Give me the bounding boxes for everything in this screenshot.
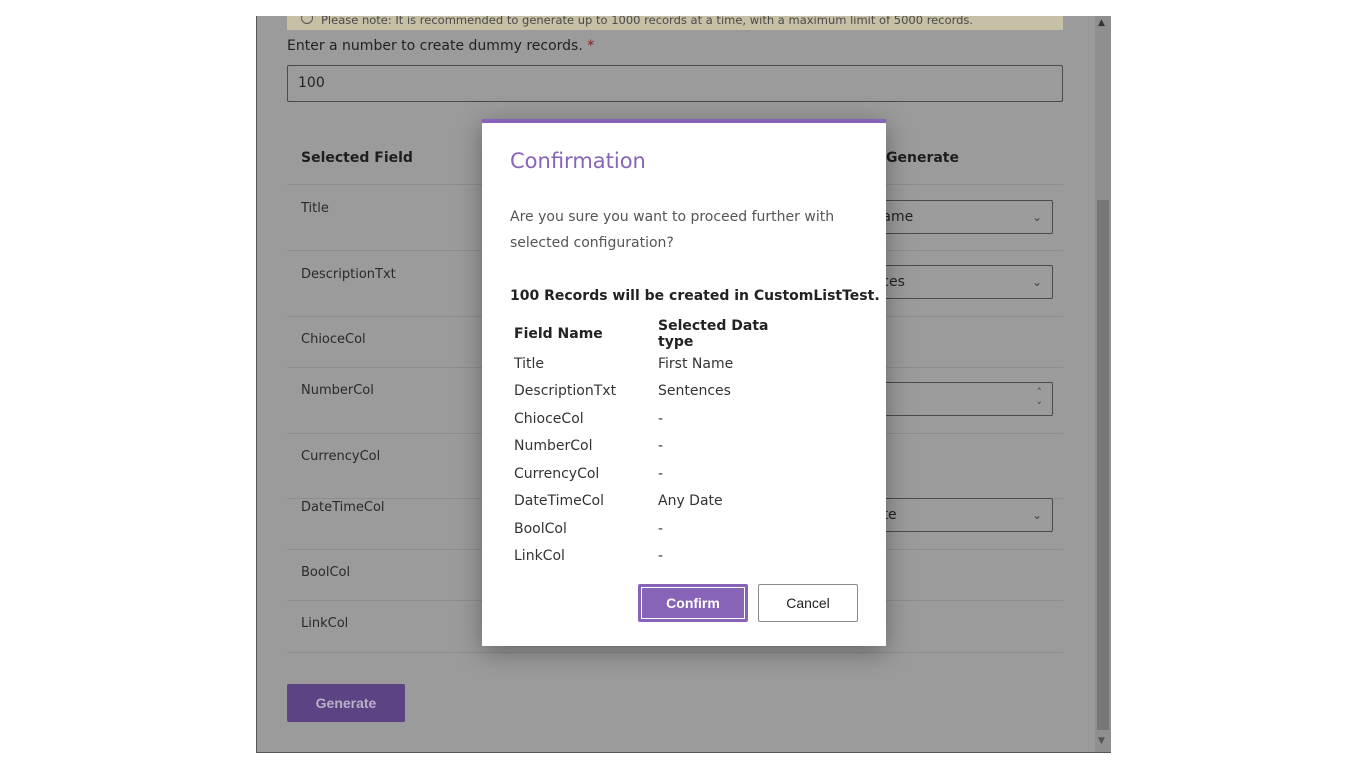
cell: DateTimeCol xyxy=(514,493,604,510)
divider xyxy=(287,652,1063,653)
table-row: DateTimeCol Any Date xyxy=(510,488,798,516)
cell: Any Date xyxy=(658,493,723,510)
field-label: NumberCol xyxy=(301,383,374,398)
chevron-down-icon: ⌄ xyxy=(1031,508,1042,522)
cell: Title xyxy=(514,355,545,372)
dialog-summary: 100 Records will be created in CustomLis… xyxy=(510,288,880,304)
table-row: NumberCol - xyxy=(510,433,798,461)
field-label: BoolCol xyxy=(301,565,351,580)
info-icon xyxy=(301,16,313,24)
col-data-type: Selected Data type xyxy=(658,318,769,350)
cell: - xyxy=(658,438,664,455)
table-row: DescriptionTxt Sentences xyxy=(510,378,798,406)
generate-button[interactable]: Generate xyxy=(287,684,405,722)
chevron-down-icon: ⌄ xyxy=(1031,210,1042,224)
dialog-title: Confirmation xyxy=(510,149,646,173)
summary-table: Field Name Selected Data type Title First … xyxy=(510,318,798,570)
scroll-down-icon[interactable]: ▼ xyxy=(1098,736,1105,746)
dialog-message: Are you sure you want to proceed further… xyxy=(510,209,835,251)
records-label: Enter a number to create dummy records. … xyxy=(287,38,594,54)
cell: Sentences xyxy=(658,383,731,400)
cell: ChioceCol xyxy=(514,410,584,427)
cell: CurrencyCol xyxy=(514,465,600,482)
cell: NumberCol xyxy=(514,438,593,455)
records-label-text: Enter a number to create dummy records. xyxy=(287,38,583,54)
field-label: DescriptionTxt xyxy=(301,267,396,282)
confirmation-dialog: Confirmation Are you sure you want to pr… xyxy=(482,119,886,646)
cell: - xyxy=(658,465,664,482)
datetime-datatype-dropdown[interactable]: Any Date⌄ xyxy=(832,498,1053,532)
number-spin-input[interactable]: ˄ ˅ xyxy=(861,382,1053,416)
scroll-up-icon[interactable]: ▲ xyxy=(1098,18,1105,28)
banner-text: Please note: It is recommended to genera… xyxy=(321,16,974,27)
cell: DescriptionTxt xyxy=(514,383,617,400)
cell: First Name xyxy=(658,355,734,372)
table-row: BoolCol - xyxy=(510,515,798,543)
cell: - xyxy=(658,548,664,565)
cell: - xyxy=(658,410,664,427)
col-field-name: Field Name xyxy=(514,326,603,342)
cell: - xyxy=(658,520,664,537)
field-label: LinkCol xyxy=(301,616,349,631)
required-mark: * xyxy=(587,38,595,54)
field-label: DateTimeCol xyxy=(301,500,385,515)
table-row: CurrencyCol - xyxy=(510,460,798,488)
title-datatype-dropdown[interactable]: First Name⌄ xyxy=(838,200,1053,234)
header-selected-field: Selected Field xyxy=(301,150,413,166)
description-datatype-dropdown[interactable]: Sentences⌄ xyxy=(832,265,1053,299)
confirm-button[interactable]: Confirm xyxy=(638,584,748,622)
info-banner: Please note: It is recommended to genera… xyxy=(287,16,1063,30)
header-generate: Generate xyxy=(886,150,959,166)
spin-arrows-icon[interactable]: ˄ ˅ xyxy=(1037,386,1043,414)
table-row: LinkCol - xyxy=(510,543,798,571)
table-row: ChioceCol - xyxy=(510,405,798,433)
chevron-down-icon: ⌄ xyxy=(1031,275,1042,289)
cell: BoolCol xyxy=(514,520,567,537)
scrollbar-thumb[interactable] xyxy=(1097,200,1109,730)
table-header: Field Name Selected Data type xyxy=(510,318,798,350)
table-row: Title First Name xyxy=(510,350,798,378)
field-label: ChioceCol xyxy=(301,332,366,347)
records-input[interactable]: 100 xyxy=(287,65,1063,102)
cancel-button[interactable]: Cancel xyxy=(758,584,858,622)
field-label: Title xyxy=(301,201,329,216)
field-label: CurrencyCol xyxy=(301,449,381,464)
cell: LinkCol xyxy=(514,548,565,565)
